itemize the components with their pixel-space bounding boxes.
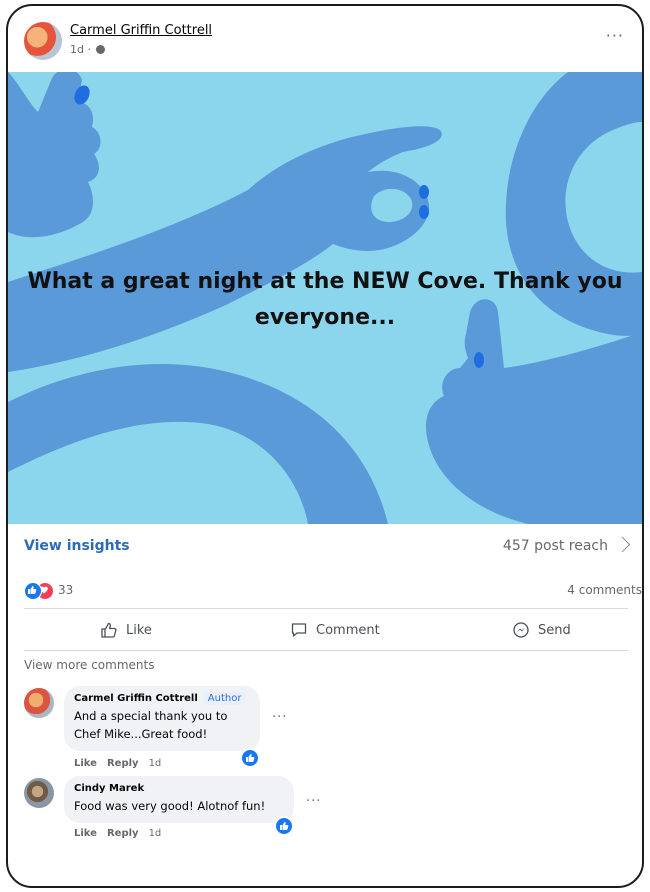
thumbs-up-icon	[101, 622, 117, 638]
author-badge: Author	[203, 692, 246, 705]
post-header: Carmel Griffin Cottrell 1d · ···	[8, 6, 642, 72]
comment-time[interactable]: 1d	[149, 828, 162, 839]
comment-icon	[291, 623, 307, 637]
comment-like-icon[interactable]	[240, 748, 260, 768]
divider	[24, 650, 628, 651]
comment-text-line: And a special thank you to	[74, 709, 228, 723]
comment-text-line: Food was very good! Alotnof fun!	[74, 799, 266, 813]
like-reaction-icon[interactable]	[24, 582, 42, 600]
comment-like-icon[interactable]	[274, 816, 294, 836]
send-label: Send	[538, 622, 571, 638]
post-card: Carmel Griffin Cottrell 1d · ··· What a …	[6, 4, 644, 888]
commenter-name[interactable]: Carmel Griffin Cottrell Author	[74, 692, 248, 705]
send-button[interactable]: Send	[512, 610, 571, 650]
comment-time[interactable]: 1d	[149, 758, 162, 769]
post-time: 1d ·	[70, 43, 91, 56]
comment-more-icon[interactable]: ···	[272, 710, 287, 725]
comment-reply-link[interactable]: Reply	[107, 828, 139, 839]
ok-nail-shape	[419, 185, 429, 199]
thumb-nail-shape-2	[474, 352, 484, 368]
comment-bubble: Cindy Marek Food was very good! Alotnof …	[64, 776, 294, 823]
like-label: Like	[126, 622, 152, 638]
insights-row: View insights 457 post reach	[8, 524, 642, 570]
ok-nail-shape-2	[419, 205, 429, 219]
commenter-name[interactable]: Cindy Marek	[74, 783, 282, 794]
author-name[interactable]: Carmel Griffin Cottrell	[70, 23, 212, 38]
commenter-avatar[interactable]	[24, 778, 54, 808]
comment-actions: Like Reply 1d	[74, 828, 171, 839]
post-actions: Like Comment Send	[8, 610, 642, 650]
post-timestamp[interactable]: 1d ·	[70, 43, 106, 56]
divider	[24, 608, 628, 609]
reaction-count[interactable]: 33	[58, 583, 73, 597]
comment-more-icon[interactable]: ···	[306, 794, 321, 809]
comment-text-line: Chef Mike...Great food!	[74, 727, 208, 741]
comment-button[interactable]: Comment	[290, 610, 380, 650]
comment-actions: Like Reply 1d	[74, 758, 171, 769]
commenter-name-text: Carmel Griffin Cottrell	[74, 693, 198, 704]
view-more-comments-link[interactable]: View more comments	[24, 658, 154, 672]
chevron-right-icon[interactable]	[614, 536, 631, 553]
globe-icon	[96, 45, 106, 54]
post-reach[interactable]: 457 post reach	[503, 538, 608, 554]
commenter-avatar[interactable]	[24, 688, 54, 718]
comment-reply-link[interactable]: Reply	[107, 758, 139, 769]
view-insights-link[interactable]: View insights	[24, 538, 130, 554]
comment-like-link[interactable]: Like	[74, 828, 97, 839]
like-button[interactable]: Like	[100, 610, 152, 650]
comments-count[interactable]: 4 comments	[567, 583, 642, 597]
comment-text: And a special thank you to Chef Mike...G…	[74, 707, 248, 743]
comment-like-link[interactable]: Like	[74, 758, 97, 769]
post-image[interactable]: What a great night at the NEW Cove. Than…	[8, 72, 642, 524]
author-avatar[interactable]	[24, 22, 62, 60]
reactions-row: 33 4 comments	[8, 576, 642, 606]
bottom-arm-shape	[8, 363, 388, 524]
comment-label: Comment	[316, 622, 380, 638]
post-image-text: What a great night at the NEW Cove. Than…	[27, 269, 623, 330]
comment-bubble: Carmel Griffin Cottrell Author And a spec…	[64, 686, 260, 751]
more-options-icon[interactable]: ···	[606, 26, 624, 45]
messenger-send-icon	[513, 622, 529, 638]
comment-text: Food was very good! Alotnof fun!	[74, 797, 282, 815]
